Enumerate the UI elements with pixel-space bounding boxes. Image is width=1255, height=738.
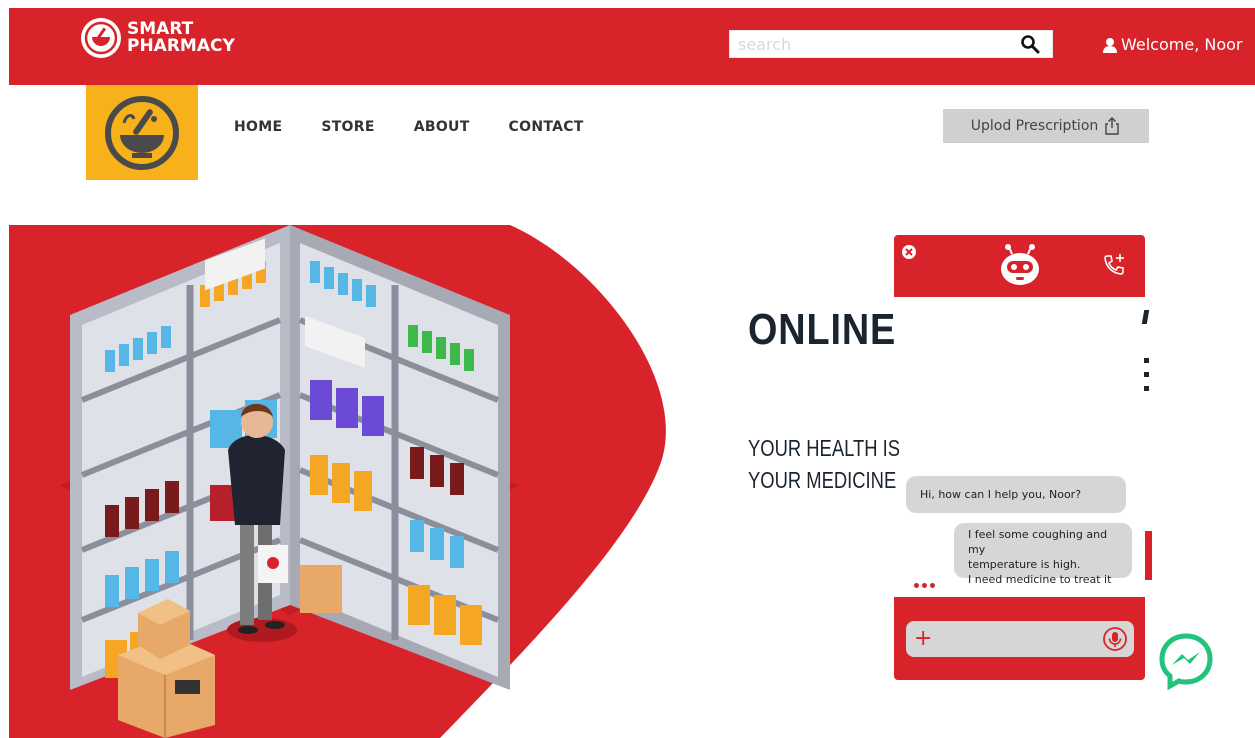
microphone-icon[interactable] — [1102, 626, 1128, 656]
nav-store[interactable]: STORE — [321, 119, 374, 135]
top-bar: SMART PHARMACY Welcome, Noor — [9, 8, 1255, 85]
hero-headline: ONLINE — [748, 305, 897, 354]
typing-indicator — [914, 583, 938, 588]
messenger-icon[interactable] — [1157, 632, 1215, 694]
upload-prescription-label: Uplod Prescription — [970, 118, 1099, 134]
pharmacy-logo-icon — [105, 95, 179, 170]
brand-line2: PHARMACY — [127, 36, 235, 56]
search-box — [729, 30, 1053, 58]
hero-illustration — [9, 225, 666, 738]
hero-subtitle-line1: YOUR HEALTH IS — [748, 435, 900, 461]
hero-subtitle: YOUR HEALTH IS YOUR MEDICINE — [748, 432, 900, 496]
nav-contact[interactable]: CONTACT — [509, 119, 584, 135]
user-message: I feel some coughing and my temperature … — [954, 523, 1132, 586]
chat-input-bar: + — [906, 621, 1134, 657]
search-input[interactable] — [736, 31, 1010, 57]
hero-subtitle-line2: YOUR MEDICINE — [748, 467, 897, 493]
nav-about[interactable]: ABOUT — [414, 119, 470, 135]
plus-icon[interactable]: + — [914, 628, 932, 650]
main-nav: HOME STORE ABOUT CONTACT — [234, 119, 623, 135]
user-message-line1: I feel some coughing and my — [968, 528, 1108, 556]
close-icon[interactable] — [902, 244, 916, 263]
site-logo[interactable] — [86, 85, 198, 180]
nav-home[interactable]: HOME — [234, 119, 282, 135]
user-icon — [1103, 37, 1117, 53]
hero-text-fragment — [1145, 531, 1152, 580]
phone-add-icon[interactable] — [1101, 252, 1127, 282]
welcome-text: Welcome, Noor — [1121, 35, 1243, 54]
upload-icon — [1105, 117, 1119, 135]
chat-header — [894, 235, 1145, 297]
search-icon[interactable] — [1020, 34, 1040, 58]
user-message-line2: temperature is high. — [968, 558, 1081, 571]
brand-name: SMART PHARMACY — [127, 21, 235, 55]
pharmacy-logo-icon — [81, 18, 121, 58]
user-message-line3: I need medicine to treat it — [968, 573, 1112, 586]
chatbot-icon — [997, 243, 1043, 293]
upload-prescription-button[interactable]: Uplod Prescription — [943, 109, 1149, 143]
chat-message-input[interactable] — [938, 631, 1113, 647]
bot-message: Hi, how can I help you, Noor? — [906, 476, 1126, 513]
brand[interactable]: SMART PHARMACY — [81, 18, 235, 58]
chat-footer: + — [894, 597, 1145, 680]
welcome-user[interactable]: Welcome, Noor — [1102, 35, 1242, 54]
